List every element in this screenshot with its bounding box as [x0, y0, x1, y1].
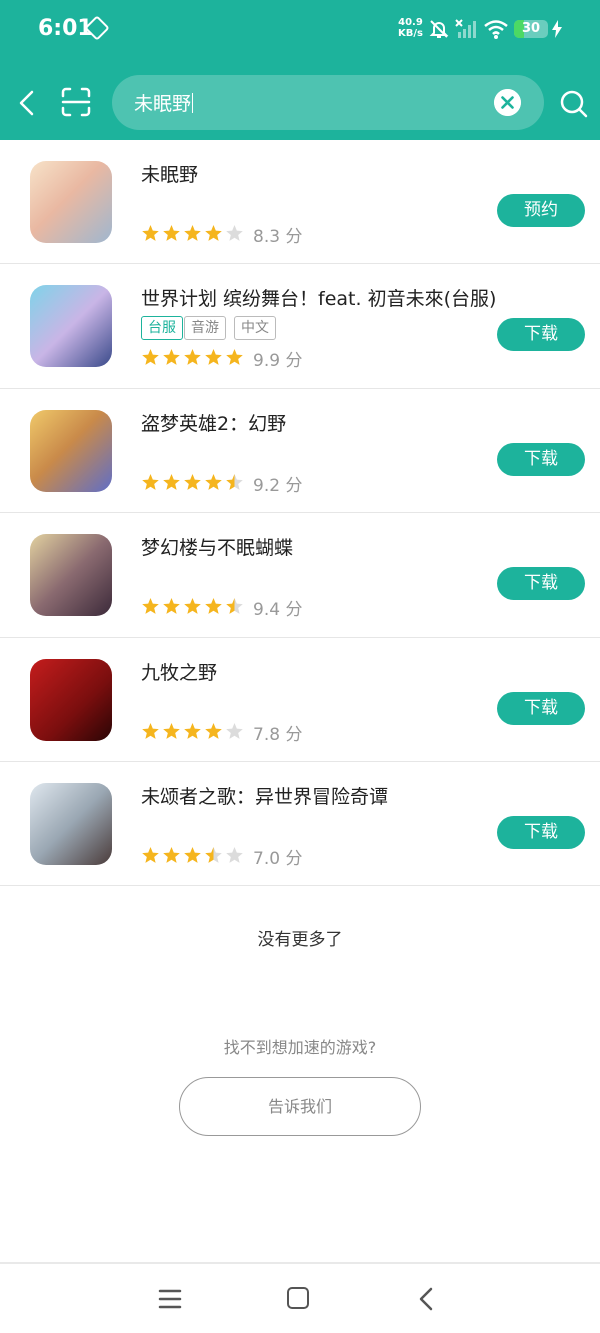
back-icon[interactable] [416, 1286, 436, 1312]
rating-score: 8.3 分 [253, 227, 303, 247]
menu-icon[interactable] [158, 1288, 182, 1310]
rating-score: 7.0 分 [253, 848, 303, 869]
star-icon [142, 722, 159, 739]
search-icon[interactable] [558, 88, 590, 120]
game-list-item[interactable]: 盗梦英雄2：幻野 9.2 分 下载 [0, 389, 600, 514]
star-icon [205, 349, 222, 366]
rating-score: 9.2 分 [253, 475, 303, 496]
net-speed-unit: KB/s [398, 28, 423, 39]
star-icon [163, 722, 180, 739]
star-icon [205, 846, 222, 863]
signal-icon [455, 19, 476, 38]
net-speed-value: 40.9 [398, 17, 423, 28]
back-button[interactable] [12, 86, 44, 120]
game-name[interactable]: 世界计划 缤纷舞台！feat. 初音未來(台服) [141, 284, 496, 311]
charging-bolt-icon [552, 20, 562, 38]
star-icon [142, 349, 159, 366]
reserve-button[interactable]: 预约 [497, 194, 585, 227]
tell-us-button[interactable]: 告诉我们 [179, 1077, 421, 1136]
rating-score: 9.4 分 [253, 600, 303, 621]
star-icon [226, 473, 243, 490]
rating-score: 7.8 分 [253, 724, 303, 745]
game-list-item[interactable]: 九牧之野 7.8 分 下载 [0, 638, 600, 762]
game-icon[interactable] [30, 782, 112, 865]
search-input[interactable]: 未眠野 [112, 75, 544, 130]
download-button[interactable]: 下载 [497, 691, 585, 725]
download-button[interactable]: 下载 [497, 318, 585, 352]
star-icon [205, 598, 222, 615]
star-icon [226, 846, 243, 863]
star-icon [142, 473, 159, 490]
game-tag: 音游 [184, 316, 226, 341]
battery-indicator: 30 [514, 20, 548, 38]
search-query[interactable]: 未眠野 [134, 89, 194, 116]
star-icon [163, 473, 180, 490]
star-icon [142, 225, 159, 241]
star-icon [163, 349, 180, 366]
star-icon [226, 349, 243, 366]
game-icon[interactable] [30, 161, 112, 243]
scan-icon[interactable] [60, 86, 92, 118]
star-icon [205, 722, 222, 739]
star-icon [184, 473, 201, 490]
clear-icon[interactable] [494, 89, 521, 116]
net-speed: 40.9 KB/s [398, 17, 423, 39]
star-icon [163, 598, 180, 615]
game-name[interactable]: 未颂者之歌：异世界冒险奇谭 [141, 782, 388, 809]
game-icon[interactable] [30, 409, 112, 492]
game-list-item[interactable]: 未眠野 8.3 分 预约 [0, 140, 600, 265]
game-name[interactable]: 盗梦英雄2：幻野 [141, 409, 286, 436]
text-caret [192, 93, 194, 113]
game-list-item[interactable]: 世界计划 缤纷舞台！feat. 初音未來(台服) 台服 音游 中文 9.9 分 下载 [0, 264, 600, 389]
game-name[interactable]: 未眠野 [141, 160, 198, 187]
home-icon[interactable] [287, 1287, 309, 1309]
header-bar: 6:01 40.9 KB/s 30 未眠野 [0, 0, 600, 140]
game-result-list: 未眠野 8.3 分 预约世界计划 缤纷舞台！feat. 初音未來(台服) 台服 音游 中文… [0, 140, 600, 887]
game-tag: 台服 [141, 316, 183, 341]
status-bar: 6:01 40.9 KB/s 30 [0, 0, 600, 60]
star-icon [184, 225, 201, 241]
bell-muted-icon [429, 20, 449, 38]
download-button[interactable]: 下载 [497, 442, 585, 476]
star-icon [184, 349, 201, 366]
star-icon [205, 473, 222, 490]
star-icon [142, 846, 159, 863]
star-icon [205, 225, 222, 241]
star-icon [142, 598, 159, 615]
star-icon [184, 722, 201, 739]
game-icon[interactable] [30, 658, 112, 741]
game-list-item[interactable]: 梦幻楼与不眠蝴蝶 9.4 分 下载 [0, 513, 600, 638]
star-icon [163, 846, 180, 863]
game-list-item[interactable]: 未颂者之歌：异世界冒险奇谭 7.0 分 下载 [0, 762, 600, 887]
star-icon [226, 225, 243, 241]
download-button[interactable]: 下载 [497, 567, 585, 601]
star-icon [226, 598, 243, 615]
cant-find-text: 找不到想加速的游戏? [223, 1038, 377, 1057]
game-tag: 中文 [234, 316, 276, 341]
wifi-icon [484, 20, 508, 39]
rating-score: 9.9 分 [253, 351, 303, 372]
star-icon [226, 722, 243, 739]
no-more-text: 没有更多了 [257, 930, 343, 950]
system-nav-bar [0, 1264, 600, 1333]
star-icon [184, 846, 201, 863]
game-icon[interactable] [30, 534, 112, 617]
star-icon [163, 225, 180, 241]
game-name[interactable]: 九牧之野 [141, 658, 217, 685]
game-name[interactable]: 梦幻楼与不眠蝴蝶 [141, 533, 293, 560]
battery-text: 30 [521, 21, 541, 36]
star-icon [184, 598, 201, 615]
download-button[interactable]: 下载 [497, 815, 585, 849]
game-icon[interactable] [30, 285, 112, 368]
